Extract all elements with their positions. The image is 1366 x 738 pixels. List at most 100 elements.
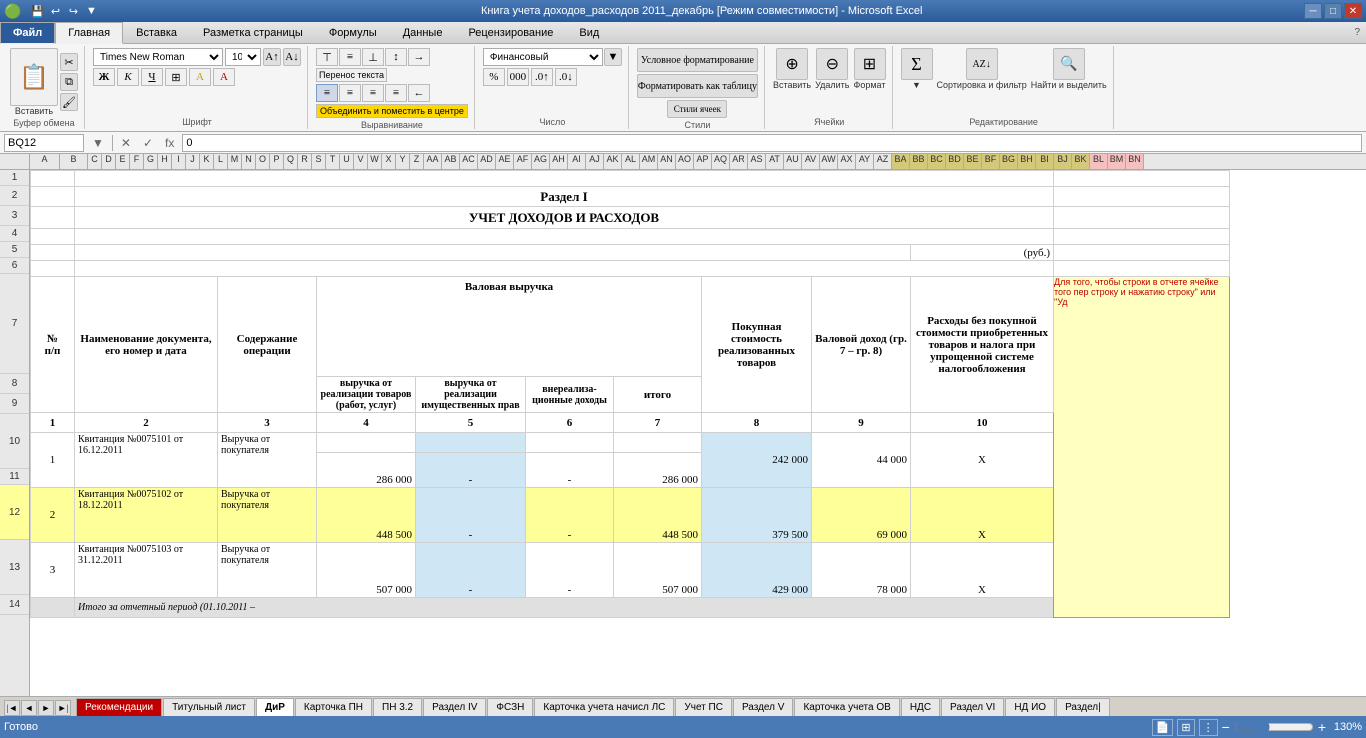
col-aq[interactable]: AQ (712, 154, 730, 169)
data-r1-expenses[interactable]: X (911, 433, 1054, 488)
col-ac[interactable]: AC (460, 154, 478, 169)
data-r2-rev1[interactable]: 448 500 (317, 488, 416, 543)
section-title[interactable]: Раздел I (75, 187, 1054, 207)
data-r2-total[interactable]: 448 500 (614, 488, 702, 543)
scrollable-grid[interactable]: Раздел I УЧЕТ ДОХОДОВ И РАСХОДОВ (30, 170, 1366, 696)
col-az[interactable]: AZ (874, 154, 892, 169)
r5c11[interactable] (1054, 245, 1230, 261)
col-e[interactable]: E (116, 154, 130, 169)
font-size-select[interactable]: 10 (225, 48, 261, 66)
col-bd[interactable]: BD (946, 154, 964, 169)
undo-quick-btn[interactable]: ↩ (47, 3, 63, 19)
data-r1-num[interactable]: 1 (31, 433, 75, 488)
data-r1-rev2[interactable]: - (416, 453, 526, 488)
merge-center-button[interactable]: Объединить и поместить в центре (316, 104, 468, 118)
data-r2-rev2[interactable]: - (416, 488, 526, 543)
col-bc[interactable]: BC (928, 154, 946, 169)
col-b[interactable]: B (60, 154, 88, 169)
data-r3-expenses[interactable]: X (911, 543, 1054, 598)
data-r2-expenses[interactable]: X (911, 488, 1054, 543)
data-r2-num[interactable]: 2 (31, 488, 75, 543)
col-gross-header[interactable]: Валовой доход (гр. 7 – гр. 8) (812, 277, 911, 413)
col-ae[interactable]: AE (496, 154, 514, 169)
sheet-tab-r4[interactable]: Раздел IV (423, 698, 486, 716)
col-ak[interactable]: AK (604, 154, 622, 169)
colnum-2[interactable]: 2 (75, 413, 218, 433)
col-i[interactable]: I (172, 154, 186, 169)
comma-btn[interactable]: 000 (507, 68, 529, 86)
data-r1-rev1-top[interactable] (317, 433, 416, 453)
r4c2-10[interactable] (75, 229, 1054, 245)
col-x[interactable]: X (382, 154, 396, 169)
qat-more-btn[interactable]: ▼ (83, 3, 99, 19)
col-bf[interactable]: BF (982, 154, 1000, 169)
redo-quick-btn[interactable]: ↪ (65, 3, 81, 19)
tab-pagelayout[interactable]: Разметка страницы (190, 22, 316, 43)
r4c1[interactable] (31, 229, 75, 245)
col-bm[interactable]: BM (1108, 154, 1126, 169)
col-af[interactable]: AF (514, 154, 532, 169)
col-t[interactable]: T (326, 154, 340, 169)
view-pagebreak-btn[interactable]: ⋮ (1199, 719, 1218, 736)
col-u[interactable]: U (340, 154, 354, 169)
formula-dropdown-btn[interactable]: ▼ (88, 136, 108, 150)
colnum-7[interactable]: 7 (614, 413, 702, 433)
data-r3-doc[interactable]: Квитанция №0075103 от 31.12.2011 (75, 543, 218, 598)
sheet-prev-btn[interactable]: ◄ (21, 700, 37, 716)
format-table-button[interactable]: Форматировать как таблицу (637, 74, 758, 98)
colnum-1[interactable]: 1 (31, 413, 75, 433)
increase-decimal-btn[interactable]: .0↑ (531, 68, 553, 86)
zoom-out-btn[interactable]: − (1222, 719, 1230, 735)
save-quick-btn[interactable]: 💾 (29, 3, 45, 19)
sheet-tab-ups[interactable]: Учет ПС (675, 698, 732, 716)
font-color-button[interactable]: А (213, 68, 235, 86)
sheet-tab-nds[interactable]: НДС (901, 698, 940, 716)
number-format-more-btn[interactable]: ▼ (604, 48, 622, 66)
colnum-5[interactable]: 5 (416, 413, 526, 433)
data-r3-total[interactable]: 507 000 (614, 543, 702, 598)
r1c11[interactable] (1054, 171, 1230, 187)
find-button[interactable]: 🔍 (1053, 48, 1085, 80)
data-r3-rev2[interactable]: - (416, 543, 526, 598)
sheet-tab-kov[interactable]: Карточка учета ОВ (794, 698, 899, 716)
align-left-btn[interactable]: ≡ (316, 84, 338, 102)
col-expenses-header[interactable]: Расходы без покупной стоимости приобрете… (911, 277, 1054, 413)
data-r1-rev2-top[interactable] (416, 433, 526, 453)
col-content-header[interactable]: Содержание операции (218, 277, 317, 413)
sheet-tab-r6[interactable]: Раздел VI (941, 698, 1004, 716)
align-bottom-btn[interactable]: ⊥ (362, 48, 384, 66)
col-w[interactable]: W (368, 154, 382, 169)
sheet-first-btn[interactable]: |◄ (4, 700, 20, 716)
footer-empty[interactable] (31, 598, 75, 618)
col-a[interactable]: A (30, 154, 60, 169)
col-ao[interactable]: AO (676, 154, 694, 169)
col-d[interactable]: D (102, 154, 116, 169)
sheet-tab-r5[interactable]: Раздел V (733, 698, 794, 716)
format-button[interactable]: ⊞ (854, 48, 886, 80)
italic-button[interactable]: К (117, 68, 139, 86)
format-painter-button[interactable]: 🖌 (60, 93, 78, 111)
col-at[interactable]: AT (766, 154, 784, 169)
font-name-select[interactable]: Times New Roman (93, 48, 223, 66)
sheet-tab-pn32[interactable]: ПН 3.2 (373, 698, 422, 716)
data-r1-doc[interactable]: Квитанция №0075101 от 16.12.2011 (75, 433, 218, 488)
cell-styles-button[interactable]: Стили ячеек (667, 100, 727, 118)
colnum-6[interactable]: 6 (526, 413, 614, 433)
colnum-8[interactable]: 8 (702, 413, 812, 433)
data-r3-rev3[interactable]: - (526, 543, 614, 598)
col-as[interactable]: AS (748, 154, 766, 169)
bold-button[interactable]: Ж (93, 68, 115, 86)
col-be[interactable]: BE (964, 154, 982, 169)
underline-button[interactable]: Ч (141, 68, 163, 86)
data-r1-content[interactable]: Выручка от покупателя (218, 433, 317, 488)
data-r1-rev1[interactable]: 286 000 (317, 453, 416, 488)
col-an[interactable]: AN (658, 154, 676, 169)
col-ap[interactable]: AP (694, 154, 712, 169)
col-ah[interactable]: AH (550, 154, 568, 169)
gross-revenue-header[interactable]: Валовая выручка (317, 277, 702, 377)
data-r1-rev3-top[interactable] (526, 433, 614, 453)
col-h[interactable]: H (158, 154, 172, 169)
sheet-tab-kpn[interactable]: Карточка ПН (295, 698, 372, 716)
col-ai[interactable]: AI (568, 154, 586, 169)
wrap-text-button[interactable]: Перенос текста (316, 68, 387, 82)
